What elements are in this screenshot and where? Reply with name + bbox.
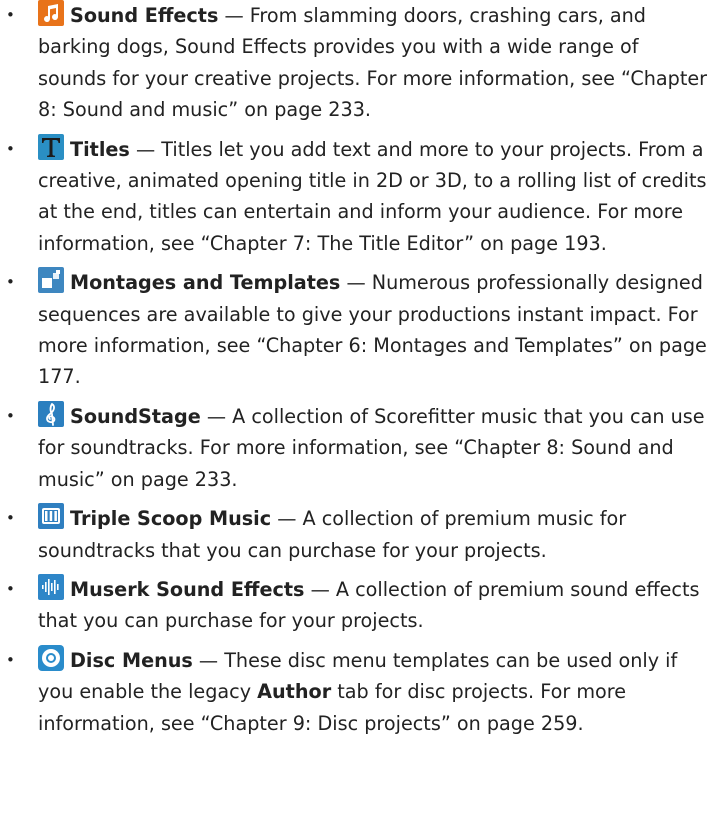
bullet: • [6, 6, 15, 24]
keyword-author: Author [257, 680, 332, 704]
bullet: • [6, 139, 15, 158]
montage-icon [38, 267, 64, 294]
description-titles: — Titles let you add text and more to yo… [38, 137, 707, 255]
title-t-icon [38, 133, 64, 160]
list-item-triple-scoop: • Triple Scoop Music — A collection of p… [0, 503, 714, 566]
term-sound-effects: Sound Effects [70, 4, 219, 27]
disc-icon [38, 644, 64, 671]
bullet: • [6, 273, 15, 292]
waveform-icon [38, 573, 64, 600]
term-soundstage: SoundStage [70, 404, 201, 428]
bullet: • [6, 650, 15, 669]
term-muserk: Muserk Sound Effects [70, 577, 305, 601]
list-item-montages: • Montages and Templates — Numerous prof… [0, 267, 714, 393]
bullet: • [6, 579, 15, 598]
feature-list: • Sound Effects — From slamming doors, c… [0, 0, 714, 739]
list-item-titles: • Titles — Titles let you add text and m… [0, 133, 714, 260]
term-triple-scoop: Triple Scoop Music [70, 507, 272, 531]
piano-keys-icon [38, 503, 64, 530]
music-note-icon [38, 0, 64, 26]
term-disc-menus: Disc Menus [70, 648, 193, 672]
term-montages: Montages and Templates [70, 271, 341, 295]
list-item-sound-effects: • Sound Effects — From slamming doors, c… [0, 0, 714, 126]
bullet: • [6, 509, 15, 528]
list-item-muserk: • Muserk Sound Effects — A collection of… [0, 573, 714, 637]
bullet: • [6, 406, 15, 425]
list-item-soundstage: • SoundStage — A collection of Scorefitt… [0, 400, 714, 495]
term-titles: Titles [70, 137, 130, 161]
list-item-disc-menus: • Disc Menus — These disc menu templates… [0, 644, 714, 739]
treble-clef-icon [38, 400, 64, 427]
